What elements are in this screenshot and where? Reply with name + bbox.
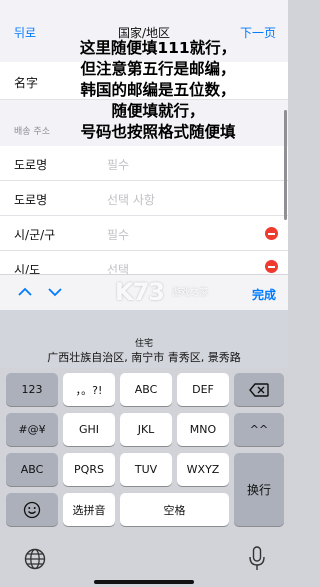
emoji-icon — [23, 501, 41, 518]
watermark-subtitle: 游戏之家 — [172, 288, 209, 298]
watermark-logo: K73 — [115, 278, 165, 306]
key-def[interactable]: DEF — [177, 373, 229, 406]
keyboard-bottom-bar — [0, 534, 288, 587]
return-key[interactable]: 换行 — [234, 453, 284, 526]
done-button[interactable]: 完成 — [252, 286, 276, 303]
scrollbar[interactable] — [284, 110, 287, 220]
street-label-2: 도로명 — [14, 193, 48, 207]
key-jkl[interactable]: JKL — [120, 413, 172, 446]
emoji-key[interactable] — [6, 493, 58, 526]
chevron-up-icon — [18, 287, 32, 296]
home-indicator[interactable] — [94, 580, 194, 584]
province-field[interactable]: 선택 — [107, 261, 129, 274]
key-123[interactable]: 123 — [6, 373, 58, 406]
key-abc-mode[interactable]: ABC — [6, 453, 58, 486]
backspace-icon — [249, 382, 269, 397]
key-punctuation[interactable]: ，。?! — [63, 373, 115, 406]
next-field-button[interactable] — [46, 283, 64, 301]
note-line: 但注意第五行是邮编， — [80, 60, 236, 78]
keyboard-toolbar: K73 游戏之家 完成 — [0, 274, 288, 310]
note-line: 这里随便填111就行， — [79, 39, 237, 57]
note-line: 韩国的邮编是五位数， — [80, 81, 236, 99]
note-line: 号码也按照格式随便填 — [80, 123, 236, 141]
key-ghi[interactable]: GHI — [63, 413, 115, 446]
autofill-suggestion[interactable]: 住宅 广西壮族自治区, 南宁市 青秀区, 景秀路 — [0, 310, 288, 368]
backspace-key[interactable] — [234, 373, 284, 406]
name-label: 名字 — [14, 76, 39, 90]
key-wxyz[interactable]: WXYZ — [177, 453, 229, 486]
address-form: 뒤로 国家/地区 下一页 名字 배송 주소 도로명 필수 도로명 선택 사항 시… — [0, 0, 288, 274]
street-row-1[interactable]: 도로명 필수 — [0, 146, 288, 181]
city-field[interactable]: 필수 — [107, 226, 129, 243]
city-row[interactable]: 시/군/구 필수 — [0, 216, 288, 251]
street-label-1: 도로명 — [14, 158, 48, 172]
street-field-2[interactable]: 선택 사항 — [107, 191, 155, 208]
key-pqrs[interactable]: PQRS — [63, 453, 115, 486]
key-abc[interactable]: ABC — [120, 373, 172, 406]
previous-field-button[interactable] — [16, 283, 34, 301]
instruction-note: 这里随便填111就行， 但注意第五行是邮编， 韩国的邮编是五位数， 随便填就行，… — [40, 38, 276, 143]
chevron-down-icon — [48, 288, 62, 297]
delete-row-icon[interactable] — [265, 260, 278, 273]
suggestion-type: 住宅 — [134, 339, 153, 349]
delete-row-icon[interactable] — [265, 227, 278, 240]
suggestion-address[interactable]: 广西壮族自治区, 南宁市 青秀区, 景秀路 — [0, 349, 288, 365]
street-field-1[interactable]: 필수 — [107, 156, 129, 173]
note-line: 随便填就行， — [111, 102, 205, 120]
street-row-2[interactable]: 도로명 선택 사항 — [0, 181, 288, 216]
province-label: 시/도 — [14, 263, 41, 274]
city-label: 시/군/구 — [14, 228, 56, 242]
key-tuv[interactable]: TUV — [120, 453, 172, 486]
globe-icon[interactable] — [24, 548, 46, 570]
space-key[interactable]: 空格 — [120, 493, 229, 526]
key-symbols[interactable]: #@¥ — [6, 413, 58, 446]
key-emoticon[interactable]: ^^ — [234, 413, 284, 446]
microphone-icon[interactable] — [248, 546, 266, 572]
province-row[interactable]: 시/도 선택 — [0, 251, 288, 274]
key-mno[interactable]: MNO — [177, 413, 229, 446]
key-select-pinyin[interactable]: 选拼音 — [63, 493, 115, 526]
